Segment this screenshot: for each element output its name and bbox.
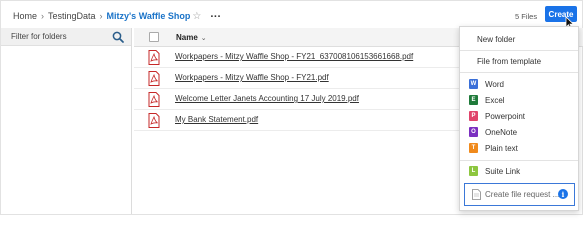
plain-text-icon: T [469, 143, 478, 153]
table-row[interactable]: Workpapers - Mitzy Waffle Shop - FY21.pd… [134, 68, 459, 89]
more-options-icon[interactable]: ... [210, 8, 221, 20]
breadcrumb-current: Mitzy's Waffle Shop [106, 11, 191, 21]
filter-folders-input[interactable] [11, 32, 106, 41]
file-link[interactable]: Workpapers - Mitzy Waffle Shop - FY21.pd… [175, 73, 329, 82]
menu-item-excel[interactable]: E Excel [460, 93, 578, 107]
menu-item-label: Word [485, 79, 504, 89]
menu-item-word[interactable]: W Word [460, 77, 578, 91]
pdf-icon [148, 71, 160, 86]
breadcrumb-home[interactable]: Home [13, 11, 37, 21]
pdf-icon [148, 50, 160, 65]
excel-icon: E [469, 95, 478, 105]
suite-link-icon: L [469, 166, 478, 176]
search-icon[interactable] [112, 31, 124, 43]
menu-divider [460, 50, 578, 51]
table-row[interactable]: Workpapers - Mitzy Waffle Shop - FY21_63… [134, 47, 459, 68]
menu-item-label: Excel [485, 95, 505, 105]
table-row[interactable]: Welcome Letter Janets Accounting 17 July… [134, 89, 459, 110]
top-bar: Home › TestingData › Mitzy's Waffle Shop… [0, 0, 583, 30]
create-menu: New folder File from template W Word E E… [459, 26, 579, 211]
menu-item-label: New folder [477, 34, 516, 44]
star-icon[interactable]: ☆ [192, 11, 201, 22]
menu-item-label: Powerpoint [485, 111, 526, 121]
table-row[interactable]: My Bank Statement.pdf [134, 110, 459, 131]
menu-item-suite-link[interactable]: L Suite Link [460, 164, 578, 178]
select-all-checkbox[interactable] [149, 32, 159, 42]
menu-item-label: File from template [477, 56, 542, 66]
files-count: 5 Files [515, 12, 538, 21]
info-icon[interactable]: i [558, 189, 568, 199]
menu-divider [460, 160, 578, 161]
pdf-icon [148, 92, 160, 107]
sort-down-icon: ⌄ [200, 35, 207, 42]
create-file-request-label: Create file request ... [485, 190, 560, 199]
menu-divider [460, 72, 578, 73]
folder-panel [1, 28, 132, 214]
name-column-header[interactable]: Name ⌄ [176, 33, 207, 42]
menu-item-onenote[interactable]: O OneNote [460, 125, 578, 139]
file-table: Name ⌄ Workpapers - Mitzy Waffle Shop - F… [134, 28, 583, 214]
document-icon [472, 189, 481, 200]
file-link[interactable]: My Bank Statement.pdf [175, 115, 258, 124]
breadcrumb-testingdata[interactable]: TestingData [48, 11, 96, 21]
powerpoint-icon: P [469, 111, 478, 121]
chevron-right-icon: › [41, 11, 45, 21]
word-icon: W [469, 79, 478, 89]
menu-item-file-from-template[interactable]: File from template [460, 54, 578, 68]
name-header-label: Name [176, 33, 198, 42]
menu-item-powerpoint[interactable]: P Powerpoint [460, 109, 578, 123]
chevron-right-icon: › [99, 11, 103, 21]
filter-bar [1, 28, 131, 46]
menu-item-plain-text[interactable]: T Plain text [460, 141, 578, 155]
file-link[interactable]: Workpapers - Mitzy Waffle Shop - FY21_63… [175, 52, 413, 61]
onenote-icon: O [469, 127, 478, 137]
file-link[interactable]: Welcome Letter Janets Accounting 17 July… [175, 94, 359, 103]
menu-item-label: OneNote [485, 127, 518, 137]
breadcrumb: Home › TestingData › Mitzy's Waffle Shop… [13, 8, 221, 22]
pdf-icon [148, 113, 160, 128]
create-file-request-button[interactable]: Create file request ... i [464, 183, 575, 206]
menu-item-label: Suite Link [485, 166, 521, 176]
menu-item-new-folder[interactable]: New folder [460, 32, 578, 46]
menu-item-label: Plain text [485, 143, 518, 153]
